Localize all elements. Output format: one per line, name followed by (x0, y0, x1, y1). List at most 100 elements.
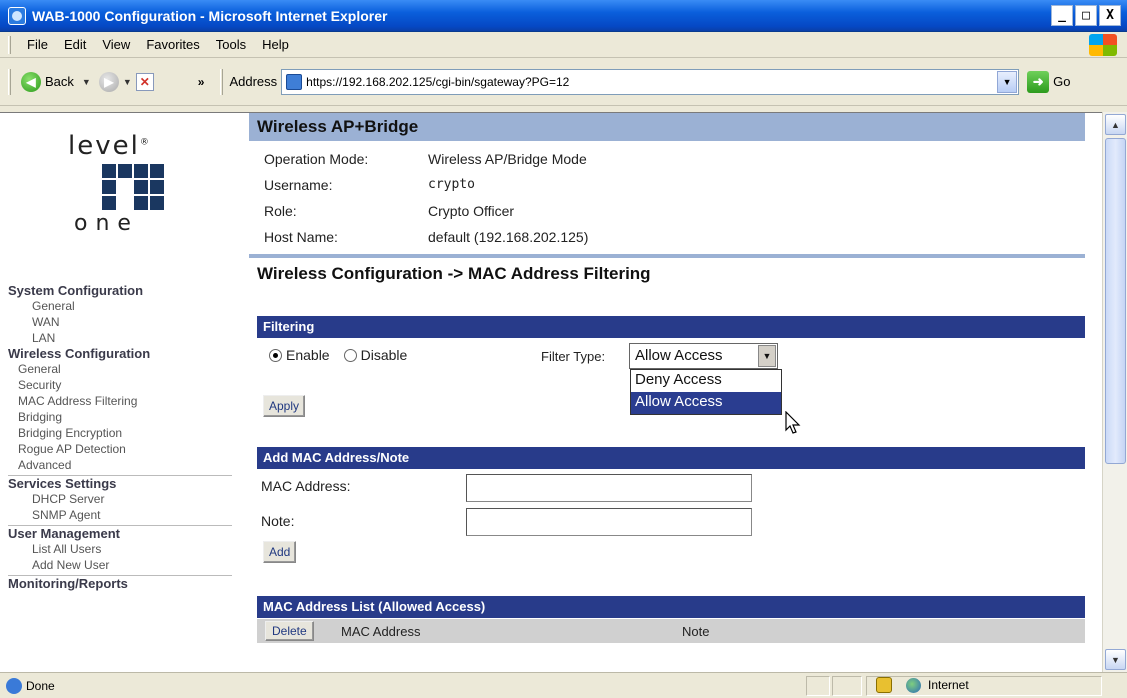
back-dropdown-icon[interactable]: ▼ (82, 77, 91, 87)
toolbar-grip (220, 68, 224, 95)
windows-logo-icon (1089, 34, 1117, 56)
enable-radio[interactable] (269, 348, 282, 362)
nav-user-management[interactable]: User Management (8, 526, 232, 541)
menu-tools[interactable]: Tools (208, 35, 254, 54)
nav-add-new-user[interactable]: Add New User (8, 557, 232, 573)
menu-help[interactable]: Help (254, 35, 297, 54)
back-arrow-icon: ◀ (21, 71, 41, 92)
toolbar-chevron-icon[interactable]: » (198, 75, 205, 89)
scroll-down-icon[interactable]: ▼ (1105, 649, 1126, 670)
nav-monitoring-reports[interactable]: Monitoring/Reports (8, 576, 232, 591)
logo-text-top: level® (68, 131, 151, 161)
status-bar: Done Internet (0, 672, 1127, 698)
forward-dropdown-icon[interactable]: ▼ (123, 77, 132, 87)
go-arrow-icon: ➜ (1027, 70, 1050, 93)
delete-button[interactable]: Delete (265, 621, 314, 641)
window-title-bar: WAB-1000 Configuration - Microsoft Inter… (0, 0, 1127, 32)
vertical-scrollbar[interactable]: ▲ ▼ (1102, 112, 1127, 672)
forward-arrow-icon[interactable]: ▶ (98, 71, 119, 92)
address-dropdown-icon[interactable]: ▼ (997, 70, 1018, 93)
nav-system-general[interactable]: General (8, 298, 232, 314)
filtering-mode-radios: Enable Disable (269, 347, 407, 363)
address-url[interactable]: https://192.168.202.125/cgi-bin/sgateway… (306, 75, 569, 89)
nav-services-settings[interactable]: Services Settings (8, 476, 232, 491)
info-value: Crypto Officer (428, 203, 515, 219)
level-one-logo: level® one (60, 131, 200, 241)
menu-view[interactable]: View (94, 35, 138, 54)
sidebar-nav: System Configuration General WAN LAN Wir… (8, 283, 232, 591)
apply-button[interactable]: Apply (263, 395, 306, 417)
close-button[interactable]: X (1099, 5, 1121, 26)
chevron-down-icon[interactable]: ▼ (758, 345, 776, 367)
browser-toolbar: ◀ Back ▼ ▶ ▼ ✕ » Address https://192.168… (0, 58, 1127, 106)
info-label: Role: (264, 203, 297, 219)
nav-wireless-general[interactable]: General (8, 361, 232, 377)
minimize-button[interactable]: _ (1051, 5, 1073, 26)
note-label: Note: (261, 513, 295, 529)
column-note: Note (682, 623, 710, 639)
window-controls: _ □ X (1051, 5, 1121, 26)
nav-advanced[interactable]: Advanced (8, 457, 232, 473)
main-content: Wireless AP+Bridge Operation Mode: Wirel… (249, 113, 1097, 673)
mac-list-header-row: Delete MAC Address Note (257, 619, 1085, 643)
nav-mac-address-filtering[interactable]: MAC Address Filtering (8, 393, 232, 409)
nav-snmp-agent[interactable]: SNMP Agent (8, 507, 232, 523)
disable-label[interactable]: Disable (361, 347, 408, 363)
filter-type-select[interactable]: Allow Access ▼ (629, 343, 778, 369)
ie-page-icon (6, 677, 22, 694)
add-mac-section-header: Add MAC Address/Note (257, 447, 1085, 469)
ie-app-icon (8, 6, 26, 25)
nav-wan[interactable]: WAN (8, 314, 232, 330)
header-divider (249, 254, 1085, 258)
mac-list-section-header: MAC Address List (Allowed Access) (257, 596, 1085, 618)
address-label: Address (229, 74, 278, 89)
maximize-button[interactable]: □ (1075, 5, 1097, 26)
mouse-cursor-icon (785, 411, 801, 434)
menu-edit[interactable]: Edit (56, 35, 94, 54)
logo-text-bottom: one (74, 211, 139, 236)
nav-wireless-configuration[interactable]: Wireless Configuration (8, 346, 232, 361)
nav-security[interactable]: Security (8, 377, 232, 393)
info-value: default (192.168.202.125) (428, 229, 589, 245)
page-title: Wireless Configuration -> MAC Address Fi… (257, 264, 651, 283)
nav-dhcp-server[interactable]: DHCP Server (8, 491, 232, 507)
filter-type-value: Allow Access (635, 347, 723, 364)
nav-system-configuration[interactable]: System Configuration (8, 283, 232, 298)
option-allow-access[interactable]: Allow Access (631, 392, 781, 414)
page-icon (286, 73, 303, 90)
menu-bar: File Edit View Favorites Tools Help (0, 32, 1127, 58)
filtering-section-header: Filtering (257, 316, 1085, 338)
go-label: Go (1053, 74, 1071, 89)
info-label: Operation Mode: (264, 151, 369, 167)
mac-address-input[interactable] (466, 474, 752, 502)
disable-radio[interactable] (343, 348, 357, 362)
page-viewport: level® one System Configuration General … (0, 112, 1127, 673)
note-input[interactable] (466, 508, 752, 536)
menu-file[interactable]: File (19, 35, 56, 54)
add-button[interactable]: Add (263, 541, 297, 563)
info-value: crypto (428, 177, 475, 192)
status-cell (832, 676, 862, 696)
scroll-thumb[interactable] (1105, 138, 1126, 464)
go-button[interactable]: ➜ Go (1027, 70, 1071, 93)
mac-address-label: MAC Address: (261, 478, 351, 494)
device-title: Wireless AP+Bridge (249, 113, 1085, 141)
back-button[interactable]: ◀ Back ▼ (17, 70, 99, 94)
address-bar[interactable]: https://192.168.202.125/cgi-bin/sgateway… (281, 68, 1020, 95)
nav-bridging[interactable]: Bridging (8, 409, 232, 425)
enable-label[interactable]: Enable (286, 347, 330, 363)
status-cell (806, 676, 830, 696)
menu-favorites[interactable]: Favorites (138, 35, 207, 54)
stop-icon[interactable]: ✕ (135, 72, 154, 91)
nav-rogue-ap-detection[interactable]: Rogue AP Detection (8, 441, 232, 457)
info-value: Wireless AP/Bridge Mode (428, 151, 587, 167)
nav-list-all-users[interactable]: List All Users (8, 541, 232, 557)
toolbar-grip (8, 35, 11, 54)
zone-cell (866, 676, 1102, 696)
nav-lan[interactable]: LAN (8, 330, 232, 346)
scroll-up-icon[interactable]: ▲ (1105, 114, 1126, 135)
filter-type-label: Filter Type: (541, 349, 606, 364)
column-mac-address: MAC Address (341, 623, 421, 639)
nav-bridging-encryption[interactable]: Bridging Encryption (8, 425, 232, 441)
option-deny-access[interactable]: Deny Access (631, 370, 781, 392)
